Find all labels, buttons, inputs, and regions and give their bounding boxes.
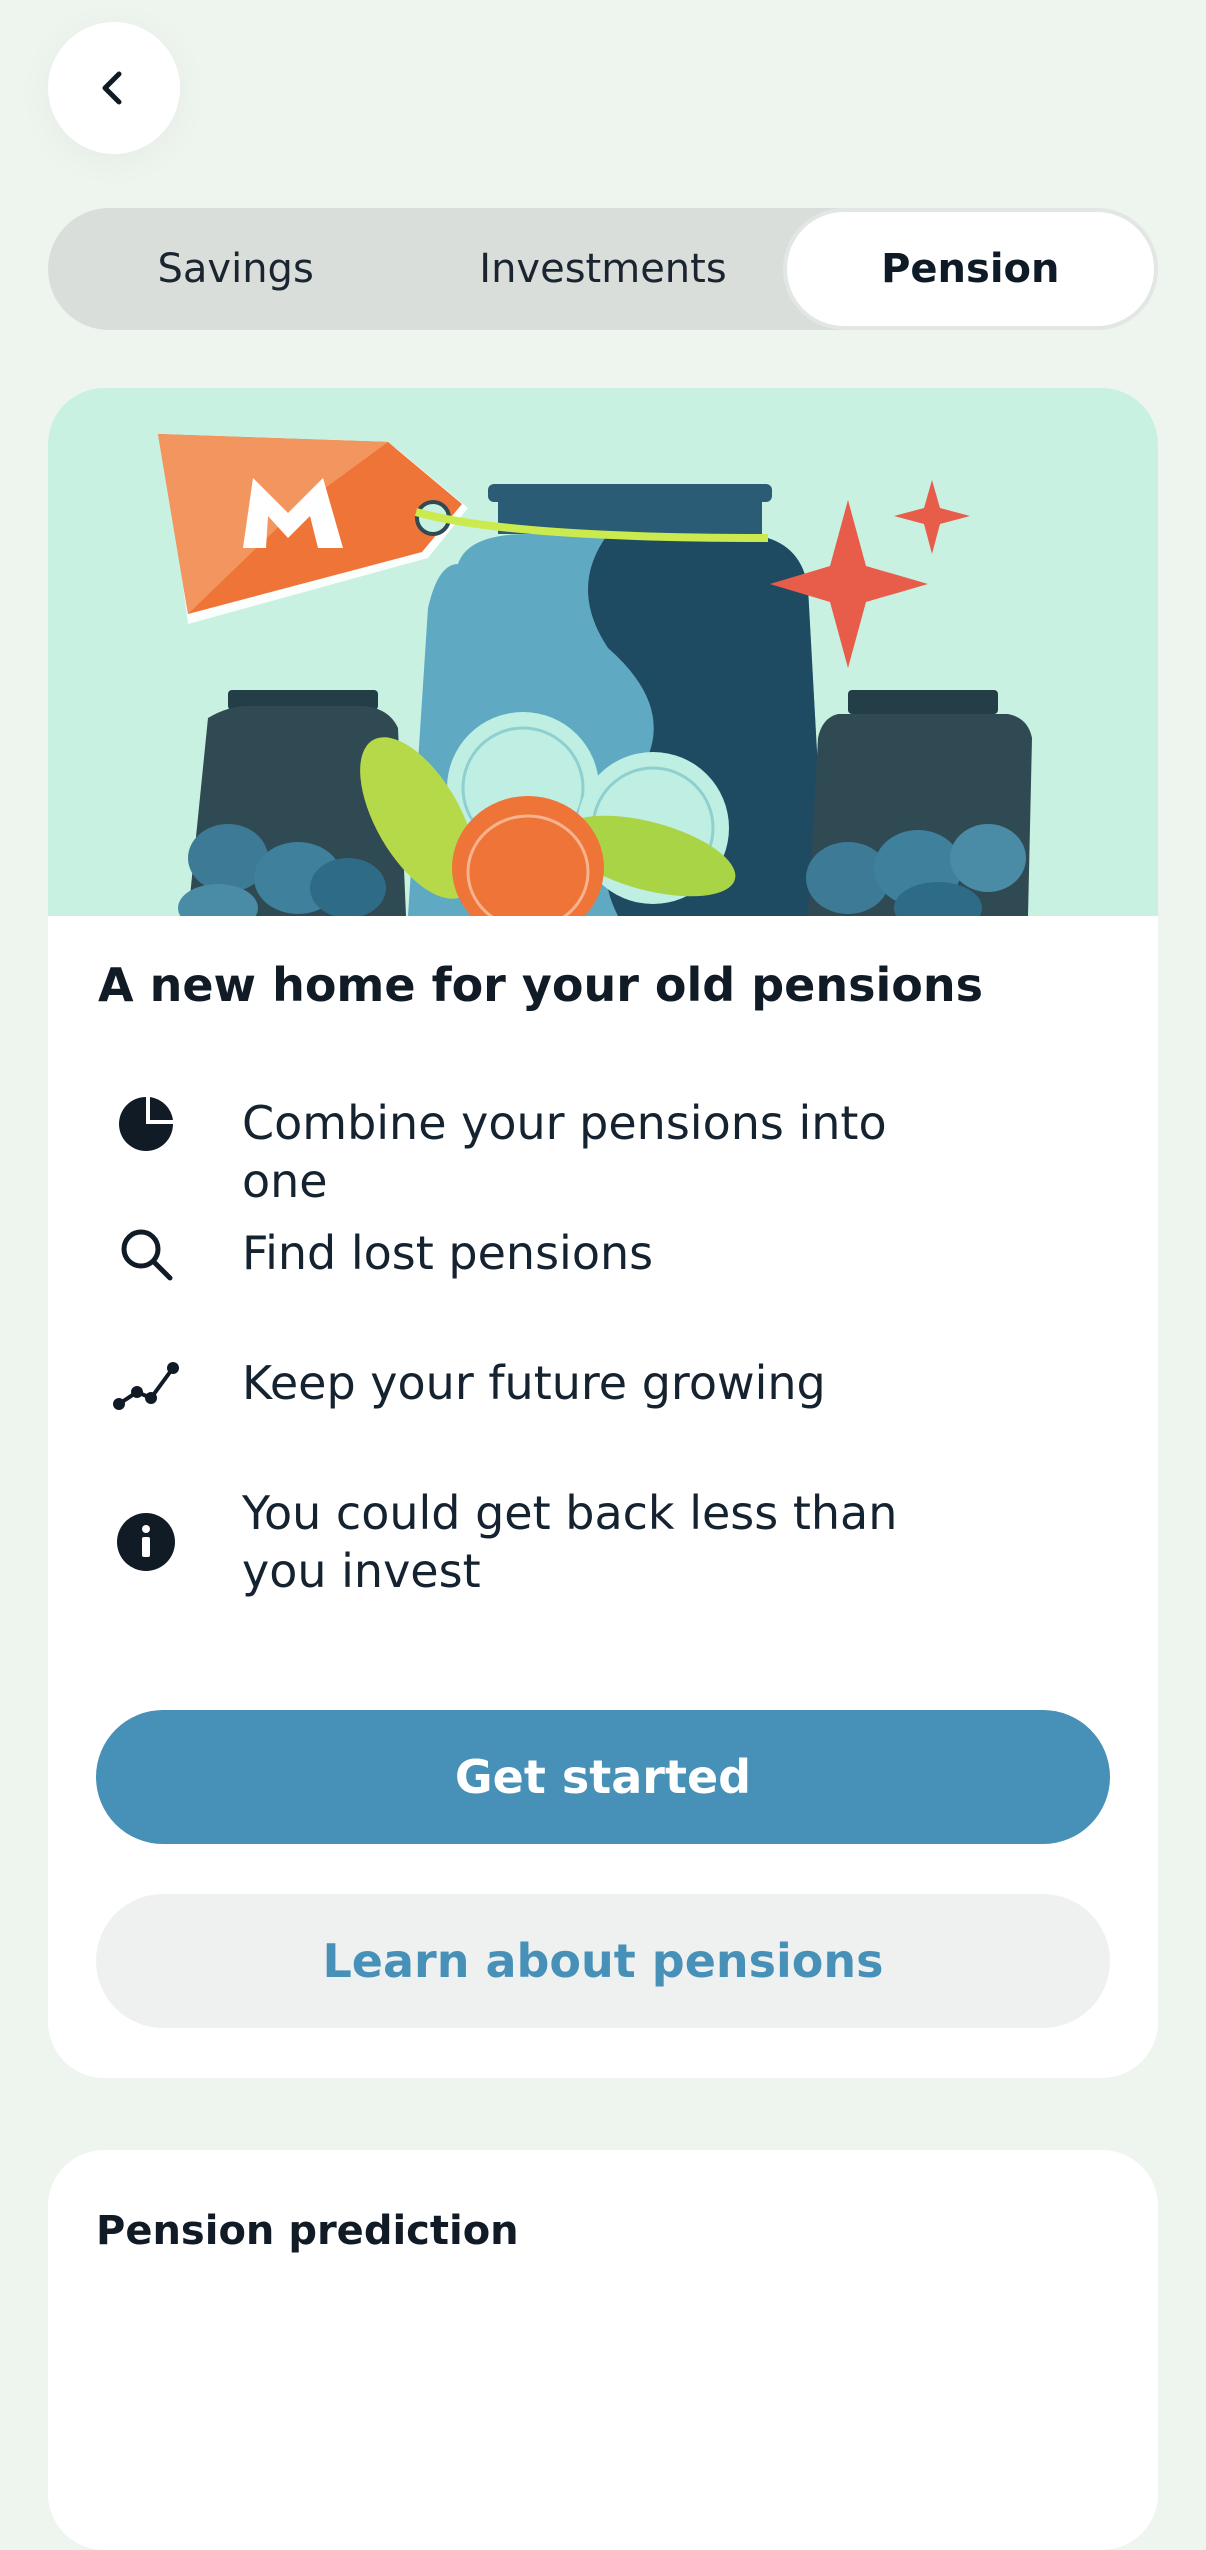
feature-risk-warning: You could get back less than you invest — [98, 1484, 1098, 1600]
jars-illustration — [158, 434, 1032, 940]
feature-combine: Combine your pensions into one — [98, 1094, 1098, 1210]
product-tabs: Savings Investments Pension — [48, 208, 1158, 330]
prediction-title: Pension prediction — [96, 2208, 519, 2254]
feature-find: Find lost pensions — [98, 1224, 1098, 1284]
hero-illustration — [48, 388, 1158, 940]
chevron-left-icon — [102, 71, 122, 105]
info-icon — [98, 1484, 194, 1600]
pension-prediction-card: Pension prediction — [48, 2150, 1158, 2550]
back-button[interactable] — [48, 22, 180, 154]
feature-text: Combine your pensions into one — [242, 1096, 887, 1208]
feature-text: You could get back less than you invest — [242, 1486, 898, 1598]
card-title: A new home for your old pensions — [98, 958, 983, 1012]
feature-growing: Keep your future growing — [98, 1354, 1098, 1414]
learn-about-pensions-button[interactable]: Learn about pensions — [96, 1894, 1110, 2028]
get-started-button[interactable]: Get started — [96, 1710, 1110, 1844]
pension-promo-card: A new home for your old pensions Combine… — [48, 388, 1158, 2078]
pie-chart-icon — [98, 1094, 194, 1154]
tab-pension[interactable]: Pension — [786, 212, 1154, 326]
trend-line-icon — [98, 1354, 194, 1414]
search-icon — [98, 1224, 194, 1284]
feature-text: Keep your future growing — [242, 1356, 826, 1410]
tab-investments[interactable]: Investments — [419, 212, 786, 326]
tab-savings[interactable]: Savings — [52, 212, 419, 326]
feature-text: Find lost pensions — [242, 1226, 654, 1280]
